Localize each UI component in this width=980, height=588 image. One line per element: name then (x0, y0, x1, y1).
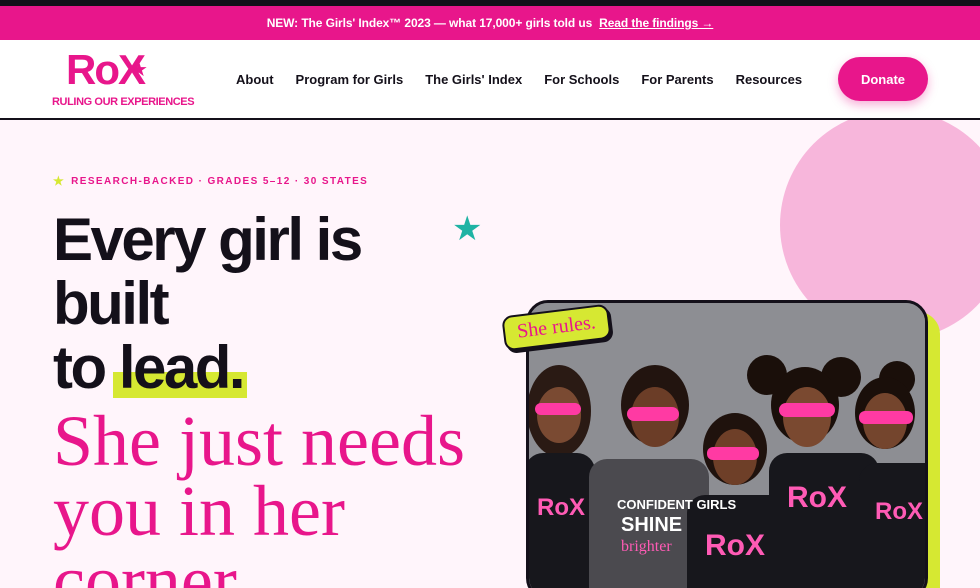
hero-subhead: She just needs you in her corner. (53, 401, 465, 588)
svg-text:CONFIDENT GIRLS: CONFIDENT GIRLS (617, 497, 736, 512)
site-header: RoX ★ RULING OUR EXPERIENCES About Progr… (0, 40, 980, 120)
headline-to: to (53, 334, 107, 401)
svg-text:SHINE: SHINE (621, 514, 682, 536)
hero-headline: Every girl is built to lead. (53, 208, 473, 400)
announcement-text: NEW: The Girls' Index™ 2023 — what 17,00… (266, 16, 593, 30)
logo[interactable]: RoX ★ RULING OUR EXPERIENCES (52, 48, 195, 112)
eyebrow-text: RESEARCH-BACKED · GRADES 5–12 · 30 STATE… (71, 175, 369, 187)
nav-item-girls-index[interactable]: The Girls' Index (425, 72, 522, 87)
announcement-bar: NEW: The Girls' Index™ 2023 — what 17,00… (0, 6, 980, 40)
nav-item-for-parents[interactable]: For Parents (641, 72, 713, 87)
hero-photo: RoX CONFIDENT GIRLS SHINE brighter RoX R… (526, 300, 928, 588)
logo-tagline: RULING OUR EXPERIENCES (52, 96, 195, 108)
nav-item-about[interactable]: About (236, 72, 274, 87)
svg-text:brighter: brighter (621, 538, 672, 555)
announcement-link[interactable]: Read the findings → (599, 16, 713, 30)
hero-eyebrow: ★ RESEARCH-BACKED · GRADES 5–12 · 30 STA… (53, 174, 368, 188)
nav-item-resources[interactable]: Resources (736, 72, 802, 87)
group-photo-illustration: RoX CONFIDENT GIRLS SHINE brighter RoX R… (529, 303, 925, 588)
svg-text:RoX: RoX (787, 481, 847, 514)
logo-star-icon: ★ (130, 59, 148, 81)
svg-text:RoX: RoX (705, 529, 765, 562)
svg-text:RoX: RoX (537, 494, 585, 521)
teal-star-icon: ★ (452, 210, 483, 248)
nav-item-for-schools[interactable]: For Schools (544, 72, 619, 87)
star-icon: ★ (53, 174, 66, 188)
main-nav: About Program for Girls The Girls' Index… (236, 40, 802, 118)
headline-line-2: built (53, 270, 170, 337)
headline-line-1: Every girl is (53, 206, 363, 273)
svg-text:RoX: RoX (875, 498, 923, 525)
headline-line-3: to lead. (53, 336, 473, 400)
nav-item-program-for-girls[interactable]: Program for Girls (296, 72, 404, 87)
headline-highlight: lead. (112, 334, 248, 401)
donate-button[interactable]: Donate (838, 57, 928, 101)
